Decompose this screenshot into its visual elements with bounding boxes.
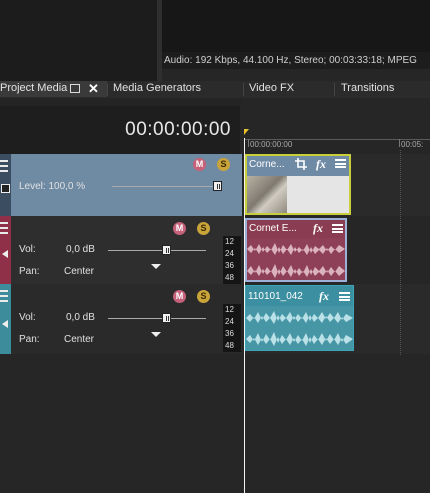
mute-button[interactable]: M xyxy=(173,222,186,235)
mute-button[interactable]: M xyxy=(173,290,186,303)
pan-label: Pan: xyxy=(19,334,40,345)
tab-transitions[interactable]: Transitions xyxy=(341,81,394,97)
level-slider[interactable] xyxy=(112,186,222,187)
tab-project-media[interactable]: Project Media ✕ xyxy=(0,81,107,97)
header-spacer xyxy=(0,98,242,106)
audio-clip-2[interactable]: 110101_042 fx xyxy=(245,285,354,351)
tab-separator xyxy=(334,83,335,96)
vol-label: Vol: xyxy=(19,312,36,323)
level-label: Level: 100,0 % xyxy=(19,181,86,192)
tab-separator xyxy=(107,83,108,96)
track-grip[interactable] xyxy=(0,154,11,216)
audio-info-text: Audio: 192 Kbps, 44.100 Hz, Stereo; 00:0… xyxy=(162,52,430,69)
pan-slider-knob[interactable] xyxy=(151,264,161,269)
audio-meter: 12 24 36 48 xyxy=(223,236,241,284)
window-restore-icon[interactable] xyxy=(70,84,80,93)
grid-line xyxy=(400,150,401,355)
timecode-value: 00:00:00:00 xyxy=(125,119,231,140)
volume-slider-knob[interactable] xyxy=(162,313,171,323)
tab-video-fx[interactable]: Video FX xyxy=(249,81,294,97)
video-track-header[interactable]: M S Level: 100,0 % xyxy=(0,154,242,216)
vol-value: 0,0 dB xyxy=(66,244,95,255)
audio-track-1-header[interactable]: M S Vol: 0,0 dB Pan: Center 12 24 36 48 xyxy=(0,216,242,284)
solo-button[interactable]: S xyxy=(197,290,210,303)
clip-menu-icon[interactable] xyxy=(339,292,350,301)
meter-label: 48 xyxy=(225,273,234,282)
audio-waveform xyxy=(247,238,345,280)
fx-icon[interactable]: fx xyxy=(313,221,323,236)
track-grip[interactable] xyxy=(0,216,11,284)
preview-area xyxy=(162,0,430,52)
ruler-tick xyxy=(399,139,400,147)
clip-title: Cornet E... xyxy=(249,223,297,234)
meter-label: 12 xyxy=(225,305,234,314)
top-left-panel xyxy=(0,0,157,81)
solo-button[interactable]: S xyxy=(197,222,210,235)
ruler-label-start: 00:00:00:00 xyxy=(250,140,293,149)
close-icon[interactable]: ✕ xyxy=(88,81,99,96)
audio-waveform xyxy=(246,306,353,350)
track-grip[interactable] xyxy=(0,284,11,354)
ruler-tick xyxy=(248,139,249,147)
tab-label: Video FX xyxy=(249,82,295,94)
window-docking-tabs: Project Media ✕ Media Generators Video F… xyxy=(0,81,430,98)
pan-label: Pan: xyxy=(19,266,40,277)
clip-thumbnail xyxy=(247,176,287,213)
tab-label: Media Generators xyxy=(113,82,202,94)
pan-slider-knob[interactable] xyxy=(151,332,161,337)
meter-label: 24 xyxy=(225,317,234,326)
meter-label: 12 xyxy=(225,237,234,246)
tab-label: Transitions xyxy=(341,82,395,94)
audio-meter: 12 24 36 48 xyxy=(223,304,241,352)
mute-button[interactable]: M xyxy=(193,158,206,171)
vol-value: 0,0 dB xyxy=(66,312,95,323)
playhead-cursor[interactable] xyxy=(244,138,245,493)
meter-label: 36 xyxy=(225,329,234,338)
fx-icon[interactable]: fx xyxy=(319,289,329,304)
tab-label: Project Media xyxy=(0,82,68,94)
clip-title: Corne... xyxy=(249,159,285,170)
tab-media-generators[interactable]: Media Generators xyxy=(113,81,201,97)
tab-separator xyxy=(243,83,244,96)
meter-label: 24 xyxy=(225,249,234,258)
volume-slider-knob[interactable] xyxy=(162,245,171,255)
clip-title: 110101_042 xyxy=(248,291,303,302)
audio-track-2-header[interactable]: M S Vol: 0,0 dB Pan: Center 12 24 36 48 xyxy=(0,284,242,354)
solo-button[interactable]: S xyxy=(217,158,230,171)
speaker-icon xyxy=(2,320,8,328)
volume-slider[interactable] xyxy=(108,250,206,251)
meter-label: 48 xyxy=(225,341,234,350)
speaker-icon xyxy=(2,250,8,258)
marker-icon[interactable] xyxy=(244,129,254,135)
audio-clip-1[interactable]: Cornet E... fx xyxy=(245,218,347,282)
video-track-icon xyxy=(1,184,10,193)
pan-value: Center xyxy=(64,266,95,277)
video-clip[interactable]: Corne... fx xyxy=(245,154,351,215)
clip-empty-area xyxy=(287,176,349,213)
clip-menu-icon[interactable] xyxy=(335,159,346,168)
clip-menu-icon[interactable] xyxy=(332,224,343,233)
fx-icon[interactable]: fx xyxy=(316,157,326,172)
meter-label: 36 xyxy=(225,261,234,270)
volume-slider[interactable] xyxy=(108,318,206,319)
pan-value: Center xyxy=(64,334,95,345)
timecode-display: 00:00:00:00 xyxy=(0,106,240,154)
crop-icon[interactable] xyxy=(295,158,307,170)
ruler-label-next: 00:05: xyxy=(401,140,424,149)
level-slider-knob[interactable] xyxy=(213,181,222,191)
vol-label: Vol: xyxy=(19,244,36,255)
timeline-ruler[interactable]: 00:00:00:00 00:05: xyxy=(244,106,430,154)
